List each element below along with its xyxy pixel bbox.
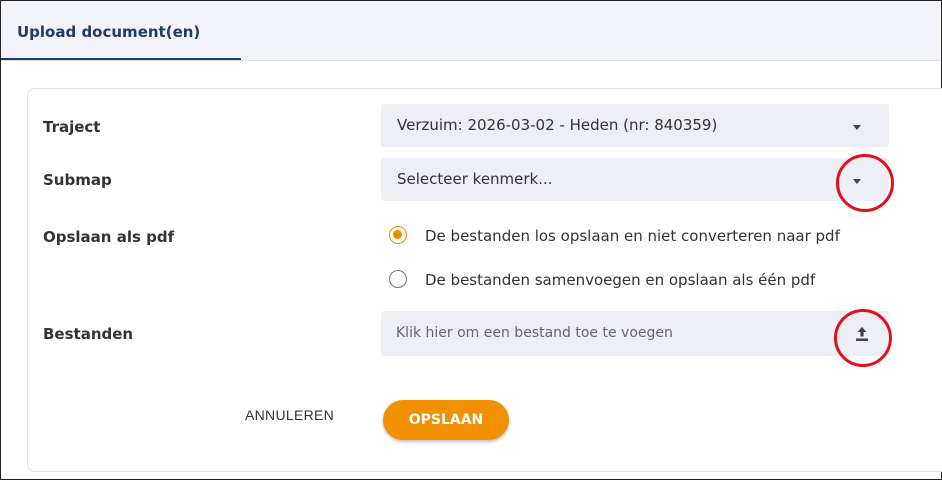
submap-select[interactable]: Selecteer kenmerk... [381,158,889,201]
submap-label: Submap [43,171,112,189]
submap-value: Selecteer kenmerk... [397,170,553,188]
traject-select[interactable]: Verzuim: 2026-03-02 - Heden (nr: 840359) [381,104,889,147]
cancel-button[interactable]: ANNULEREN [245,407,334,423]
tab-label: Upload document(en) [17,23,201,41]
radio-samenvoegen[interactable] [389,270,407,288]
chevron-down-icon [853,125,861,130]
radio-samenvoegen-label[interactable]: De bestanden samenvoegen en opslaan als … [425,271,815,289]
file-upload-field[interactable]: Klik hier om een bestand toe te voegen [381,311,889,356]
tab-upload-documenten[interactable]: Upload document(en) [1,1,241,60]
traject-value: Verzuim: 2026-03-02 - Heden (nr: 840359) [397,116,718,134]
file-upload-placeholder: Klik hier om een bestand toe te voegen [396,325,673,341]
tab-bar: Upload document(en) [1,1,940,61]
pdf-label: Opslaan als pdf [43,228,175,246]
radio-los-opslaan-label[interactable]: De bestanden los opslaan en niet convert… [425,227,840,245]
save-button[interactable]: OPSLAAN [383,400,509,440]
traject-label: Traject [43,118,101,136]
radio-los-opslaan[interactable] [389,226,407,244]
bestanden-label: Bestanden [43,325,134,343]
annotation-circle [834,309,892,367]
annotation-circle [836,154,894,212]
